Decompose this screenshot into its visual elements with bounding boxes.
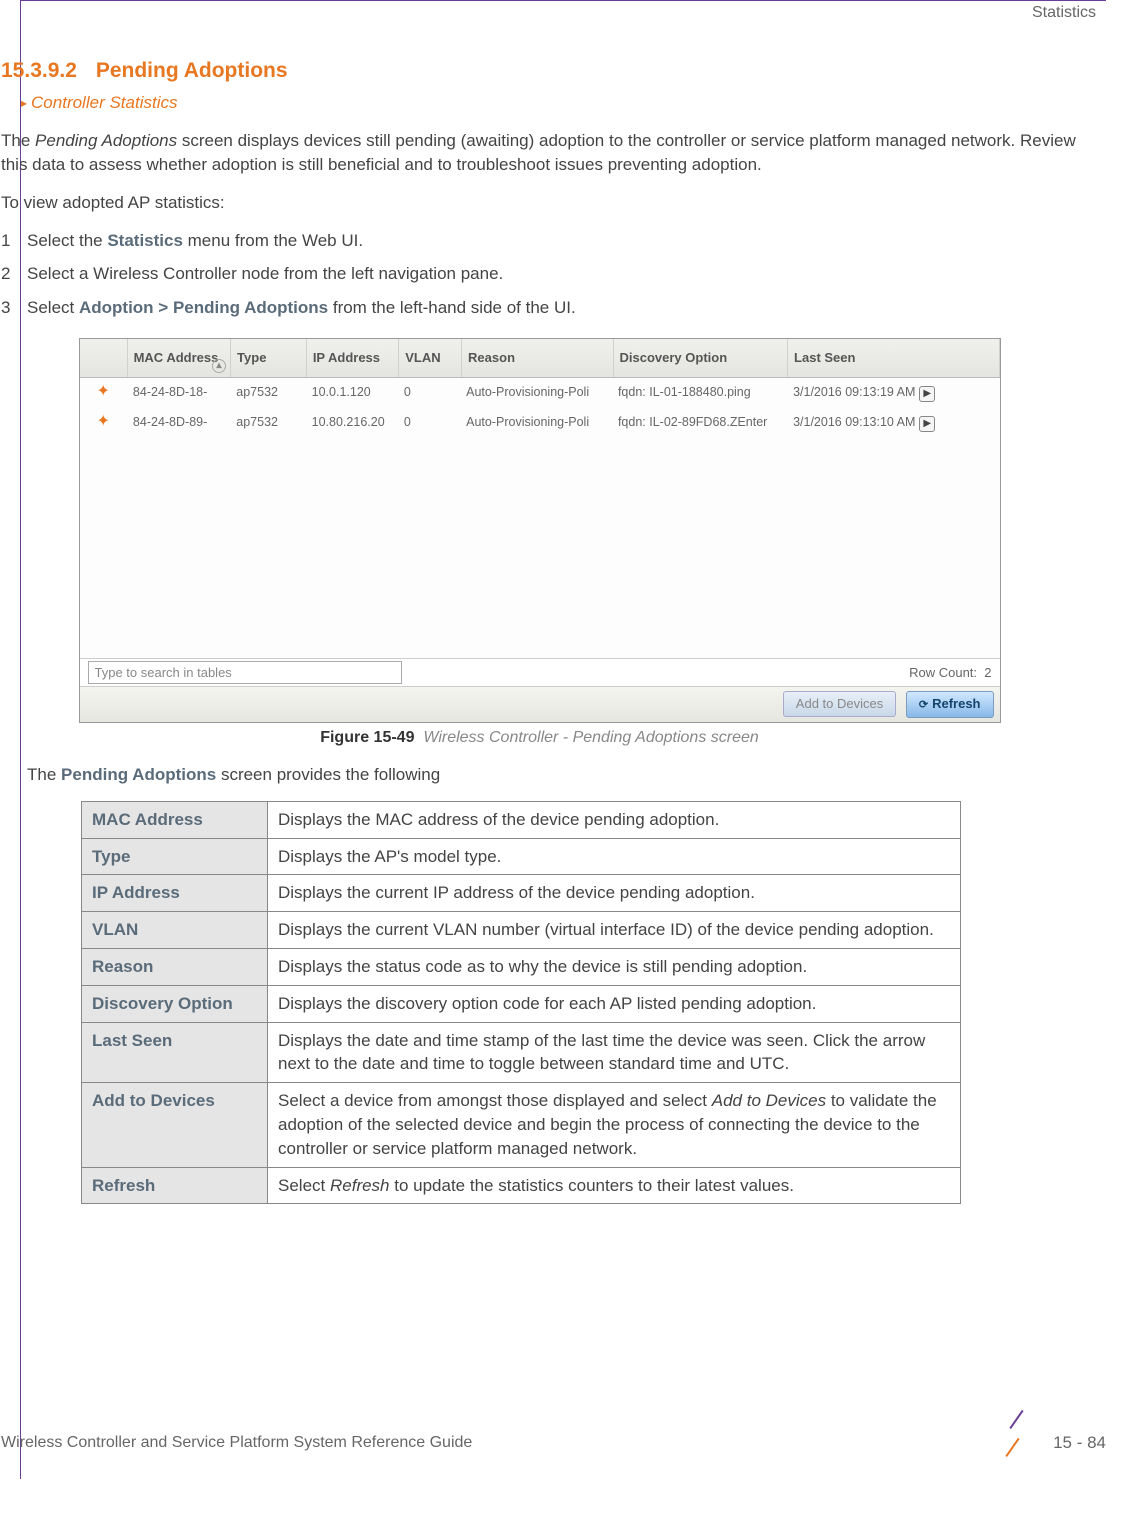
field-description: Displays the discovery option code for e…: [268, 985, 961, 1022]
ip-column-header[interactable]: IP Address: [307, 339, 399, 377]
field-description: Displays the current VLAN number (virtua…: [268, 912, 961, 949]
cell-vlan: 0: [398, 382, 460, 404]
step-2: 2 Select a Wireless Controller node from…: [1, 262, 1078, 286]
field-label: Last Seen: [82, 1022, 268, 1083]
cell-type: ap7532: [230, 382, 305, 404]
field-row: Discovery OptionDisplays the discovery o…: [82, 985, 961, 1022]
step-3: 3 Select Adoption > Pending Adoptions fr…: [1, 296, 1078, 320]
field-label: Type: [82, 838, 268, 875]
refresh-icon: ⟳: [919, 699, 928, 711]
refresh-button[interactable]: ⟳Refresh: [906, 691, 994, 717]
field-row: TypeDisplays the AP's model type.: [82, 838, 961, 875]
status-icon: ✦: [97, 413, 110, 430]
cell-lastseen: 3/1/2016 09:13:19 AM▶: [787, 382, 999, 404]
field-row: RefreshSelect Refresh to update the stat…: [82, 1167, 961, 1204]
field-label: IP Address: [82, 875, 268, 912]
section-title: Pending Adoptions: [96, 59, 288, 82]
field-row: ReasonDisplays the status code as to why…: [82, 948, 961, 985]
pending-adoptions-screenshot: MAC Address▴ Type IP Address VLAN Reason…: [79, 338, 1001, 723]
figure-caption: Figure 15-49 Wireless Controller - Pendi…: [1, 727, 1078, 749]
intro-paragraph: The Pending Adoptions screen displays de…: [1, 129, 1078, 177]
table-row[interactable]: ✦ 84-24-8D-18- ap7532 10.0.1.120 0 Auto-…: [80, 378, 1000, 408]
field-description-table: MAC AddressDisplays the MAC address of t…: [81, 801, 961, 1205]
field-row: Last SeenDisplays the date and time stam…: [82, 1022, 961, 1083]
field-description: Displays the current IP address of the d…: [268, 875, 961, 912]
cell-ip: 10.80.216.20: [306, 412, 398, 434]
breadcrumb-link[interactable]: Controller Statistics: [21, 91, 1078, 115]
type-column-header[interactable]: Type: [231, 339, 307, 377]
field-label: Add to Devices: [82, 1083, 268, 1167]
adoption-menu-ref: Adoption > Pending Adoptions: [79, 298, 328, 317]
row-count-label: Row Count: 2: [909, 664, 991, 682]
footer-guide-title: Wireless Controller and Service Platform…: [1, 1432, 472, 1454]
table-body: ✦ 84-24-8D-18- ap7532 10.0.1.120 0 Auto-…: [80, 378, 1000, 658]
page-number: 15 - 84: [1053, 1431, 1106, 1455]
field-description: Displays the AP's model type.: [268, 838, 961, 875]
cell-discovery: fqdn: IL-01-188480.ping: [612, 382, 787, 404]
mac-column-header[interactable]: MAC Address▴: [128, 339, 231, 377]
brand-slash-icon: [1003, 1425, 1039, 1461]
cell-type: ap7532: [230, 412, 305, 434]
cell-mac: 84-24-8D-18-: [127, 382, 230, 404]
table-header-row: MAC Address▴ Type IP Address VLAN Reason…: [80, 339, 1000, 378]
vlan-column-header[interactable]: VLAN: [399, 339, 462, 377]
field-description: Select a device from amongst those displ…: [268, 1083, 961, 1167]
table-search-input[interactable]: [88, 661, 402, 684]
cell-reason: Auto-Provisioning-Poli: [460, 412, 612, 434]
time-toggle-icon[interactable]: ▶: [919, 416, 935, 432]
cell-lastseen: 3/1/2016 09:13:10 AM▶: [787, 412, 999, 434]
field-label: MAC Address: [82, 801, 268, 838]
field-row: Add to DevicesSelect a device from among…: [82, 1083, 961, 1167]
page-header-section: Statistics: [1032, 0, 1096, 24]
table-row[interactable]: ✦ 84-24-8D-89- ap7532 10.80.216.20 0 Aut…: [80, 408, 1000, 438]
cell-reason: Auto-Provisioning-Poli: [460, 382, 612, 404]
time-toggle-icon[interactable]: ▶: [919, 386, 935, 402]
field-row: VLANDisplays the current VLAN number (vi…: [82, 912, 961, 949]
sort-indicator-icon: ▴: [212, 359, 226, 373]
field-label: Discovery Option: [82, 985, 268, 1022]
lastseen-column-header[interactable]: Last Seen: [788, 339, 999, 377]
cell-ip: 10.0.1.120: [306, 382, 398, 404]
discovery-column-header[interactable]: Discovery Option: [614, 339, 789, 377]
field-label: VLAN: [82, 912, 268, 949]
status-column-header[interactable]: [80, 339, 128, 377]
field-row: MAC AddressDisplays the MAC address of t…: [82, 801, 961, 838]
cell-vlan: 0: [398, 412, 460, 434]
field-description: Displays the MAC address of the device p…: [268, 801, 961, 838]
cell-discovery: fqdn: IL-02-89FD68.ZEnter: [612, 412, 787, 434]
lead-text: To view adopted AP statistics:: [1, 191, 1078, 215]
field-description: Select Refresh to update the statistics …: [268, 1167, 961, 1204]
reason-column-header[interactable]: Reason: [462, 339, 613, 377]
step-1: 1 Select the Statistics menu from the We…: [1, 229, 1078, 253]
cell-mac: 84-24-8D-89-: [127, 412, 230, 434]
field-row: IP AddressDisplays the current IP addres…: [82, 875, 961, 912]
table-intro: The Pending Adoptions screen provides th…: [27, 763, 1078, 787]
status-icon: ✦: [97, 383, 110, 400]
field-description: Displays the status code as to why the d…: [268, 948, 961, 985]
field-label: Refresh: [82, 1167, 268, 1204]
add-to-devices-button[interactable]: Add to Devices: [783, 691, 896, 717]
section-number: 15.3.9.2: [1, 59, 77, 82]
field-label: Reason: [82, 948, 268, 985]
statistics-menu-ref: Statistics: [107, 231, 183, 250]
field-description: Displays the date and time stamp of the …: [268, 1022, 961, 1083]
section-heading: 15.3.9.2 Pending Adoptions: [1, 56, 1078, 85]
